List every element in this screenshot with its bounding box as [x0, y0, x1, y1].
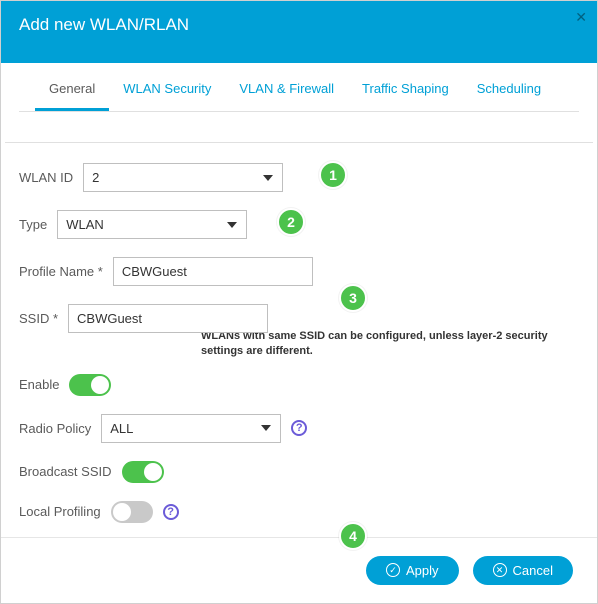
apply-label: Apply [406, 563, 439, 578]
label-radio-policy: Radio Policy [19, 421, 91, 436]
profile-name-input[interactable] [113, 257, 313, 286]
wlan-id-select[interactable]: 2 [83, 163, 283, 192]
close-icon[interactable]: ✕ [575, 9, 587, 26]
row-enable: Enable [19, 374, 579, 396]
cancel-button[interactable]: ✕ Cancel [473, 556, 573, 585]
tab-bar: General WLAN Security VLAN & Firewall Tr… [1, 63, 597, 112]
label-profile-name: Profile Name * [19, 264, 103, 279]
general-form: WLAN ID 2 1 Type WLAN 2 Profile Name * 3 [1, 143, 597, 537]
tab-vlan-firewall[interactable]: VLAN & Firewall [225, 81, 348, 111]
broadcast-ssid-toggle[interactable] [122, 461, 164, 483]
help-icon[interactable]: ? [163, 504, 179, 520]
label-type: Type [19, 217, 47, 232]
ssid-note: WLANs with same SSID can be configured, … [201, 329, 579, 360]
help-icon[interactable]: ? [291, 420, 307, 436]
label-broadcast-ssid: Broadcast SSID [19, 464, 112, 479]
row-wlan-id: WLAN ID 2 1 [19, 163, 579, 192]
callout-2: 2 [277, 208, 305, 236]
apply-button[interactable]: ✓ Apply [366, 556, 459, 585]
tab-general[interactable]: General [35, 81, 109, 111]
row-radio-policy: Radio Policy ALL ? [19, 414, 579, 443]
row-ssid: SSID * [19, 304, 579, 333]
label-enable: Enable [19, 377, 59, 392]
dialog-title: Add new WLAN/RLAN [19, 15, 189, 34]
callout-4: 4 [339, 522, 367, 550]
tab-scheduling[interactable]: Scheduling [463, 81, 555, 111]
label-ssid: SSID * [19, 311, 58, 326]
label-local-profiling: Local Profiling [19, 504, 101, 519]
x-circle-icon: ✕ [493, 563, 507, 577]
tab-traffic-shaping[interactable]: Traffic Shaping [348, 81, 463, 111]
enable-toggle[interactable] [69, 374, 111, 396]
row-local-profiling: Local Profiling ? [19, 501, 579, 523]
dialog-header: Add new WLAN/RLAN ✕ [1, 1, 597, 63]
row-profile-name: Profile Name * [19, 257, 579, 286]
ssid-input[interactable] [68, 304, 268, 333]
check-circle-icon: ✓ [386, 563, 400, 577]
radio-policy-select[interactable]: ALL [101, 414, 281, 443]
add-wlan-dialog: Add new WLAN/RLAN ✕ General WLAN Securit… [0, 0, 598, 604]
dialog-footer: 4 ✓ Apply ✕ Cancel [1, 537, 597, 603]
callout-1: 1 [319, 161, 347, 189]
local-profiling-toggle[interactable] [111, 501, 153, 523]
row-type: Type WLAN 2 [19, 210, 579, 239]
label-wlan-id: WLAN ID [19, 170, 73, 185]
cancel-label: Cancel [513, 563, 553, 578]
type-select[interactable]: WLAN [57, 210, 247, 239]
tab-wlan-security[interactable]: WLAN Security [109, 81, 225, 111]
row-broadcast-ssid: Broadcast SSID [19, 461, 579, 483]
